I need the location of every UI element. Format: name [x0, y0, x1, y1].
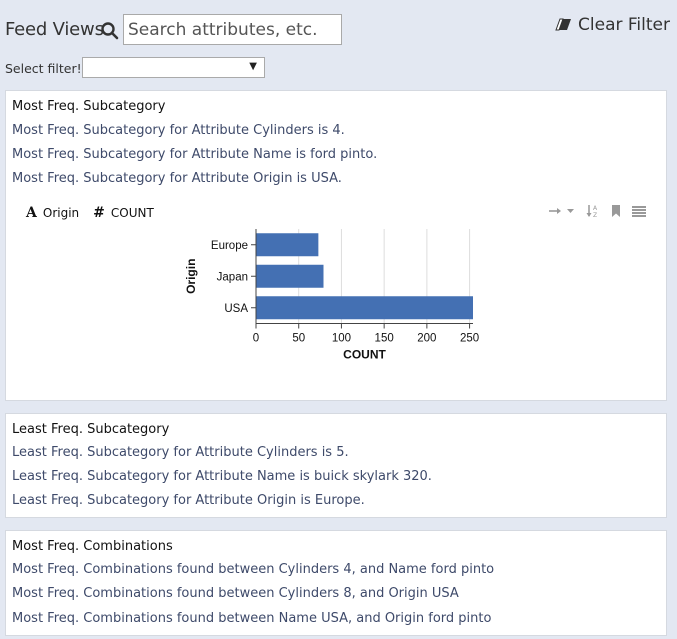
x-tick-label: 250 — [460, 333, 479, 345]
bar-usa — [256, 296, 473, 320]
svg-text:Z: Z — [593, 212, 597, 218]
field-count-label[interactable]: COUNT — [111, 206, 154, 220]
card-most-freq-subcategory: Most Freq. Subcategory Most Freq. Subcat… — [5, 90, 667, 401]
bar-europe — [256, 233, 319, 257]
y-tick-label: USA — [224, 303, 248, 315]
svg-text:A: A — [593, 205, 598, 212]
card-line: Least Freq. Subcategory for Attribute Or… — [12, 493, 365, 508]
x-tick-label: 200 — [417, 333, 436, 345]
card-line: Least Freq. Subcategory for Attribute Na… — [12, 469, 432, 484]
bookmark-icon — [612, 205, 620, 217]
search-icon[interactable] — [100, 21, 120, 41]
bar-japan — [256, 264, 324, 288]
sort-icon: AZ — [586, 205, 598, 218]
x-tick-label: 0 — [253, 333, 259, 345]
text-type-icon: A — [26, 205, 37, 221]
bookmark-button[interactable] — [611, 205, 621, 217]
field-origin-label[interactable]: Origin — [43, 206, 79, 220]
y-axis-title: Origin — [184, 259, 198, 294]
card-line: Most Freq. Combinations found between Na… — [12, 611, 492, 626]
caret-down-icon — [567, 209, 574, 213]
list-button[interactable] — [632, 205, 646, 217]
x-tick-label: 50 — [292, 333, 305, 345]
y-tick-label: Japan — [217, 271, 248, 283]
card-line: Most Freq. Combinations found between Cy… — [12, 586, 459, 601]
card-line: Most Freq. Combinations found between Cy… — [12, 562, 495, 577]
x-axis-title: COUNT — [343, 348, 386, 362]
card-title: Most Freq. Combinations — [12, 539, 173, 554]
search-input[interactable] — [123, 14, 342, 45]
card-line: Most Freq. Subcategory for Attribute Cyl… — [12, 123, 345, 138]
feed-header: Feed Views Clear Filter Select filter! ▼ — [0, 0, 677, 86]
card-title: Least Freq. Subcategory — [12, 422, 170, 437]
number-type-icon: # — [93, 205, 105, 221]
card-line: Least Freq. Subcategory for Attribute Cy… — [12, 445, 349, 460]
list-icon — [632, 205, 646, 217]
card-line: Most Freq. Subcategory for Attribute Nam… — [12, 147, 378, 162]
arrow-right-icon — [549, 208, 561, 214]
sort-button[interactable]: AZ — [586, 204, 600, 218]
card-line: Most Freq. Subcategory for Attribute Ori… — [12, 171, 342, 186]
card-title: Most Freq. Subcategory — [12, 99, 166, 114]
chart-encoding-header: A Origin # COUNT — [26, 205, 154, 221]
chart-toolbar: AZ — [548, 204, 646, 218]
origin-count-bar-chart: Europe Japan USA 0 50 100 150 200 250 COUNT Origin — [184, 229, 479, 362]
x-tick-label: 150 — [375, 333, 394, 345]
feed-views-title: Feed Views — [5, 19, 104, 40]
clear-filter-label: Clear Filter — [578, 15, 670, 35]
y-tick-label: Europe — [211, 240, 248, 252]
swap-axes-button[interactable] — [548, 206, 575, 216]
card-least-freq-subcategory: Least Freq. Subcategory Least Freq. Subc… — [5, 413, 667, 518]
dropdown-arrow-icon: ▼ — [249, 61, 257, 72]
card-most-freq-combinations: Most Freq. Combinations Most Freq. Combi… — [5, 530, 667, 636]
x-tick-label: 100 — [332, 333, 351, 345]
eraser-icon — [555, 18, 572, 31]
filter-select[interactable]: ▼ — [82, 57, 265, 78]
clear-filter-button[interactable]: Clear Filter — [554, 15, 670, 35]
select-filter-label: Select filter! — [5, 61, 82, 76]
